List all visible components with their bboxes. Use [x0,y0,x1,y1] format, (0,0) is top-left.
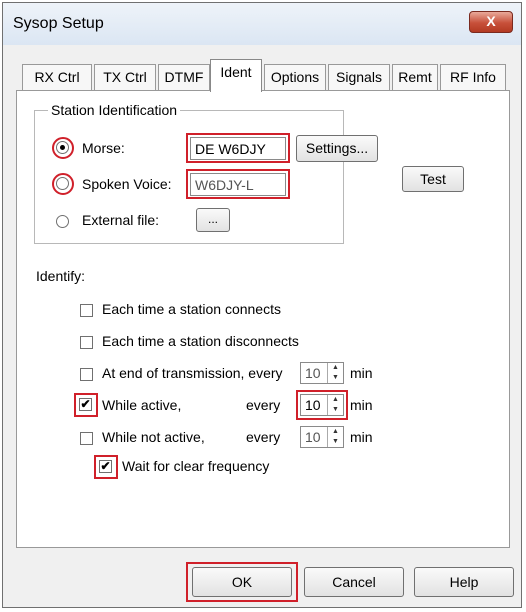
morse-field[interactable]: DE W6DJY [190,137,286,160]
wait-clear-checkbox[interactable]: ✔ [99,460,112,473]
end-transmission-min: min [350,365,373,381]
spoken-voice-radio[interactable] [56,177,69,190]
spoken-voice-field[interactable]: W6DJY-L [190,173,286,196]
while-not-active-spinner[interactable]: 10 ▲ ▼ [300,426,344,448]
settings-button[interactable]: Settings... [296,135,378,162]
tab-options[interactable]: Options [264,64,326,90]
while-active-every: every [246,397,281,413]
wait-clear-label: Wait for clear frequency [122,458,270,474]
while-not-active-min: min [350,429,373,445]
tab-tx-ctrl[interactable]: TX Ctrl [94,64,156,90]
identify-label: Identify: [36,268,86,284]
spinner-arrows[interactable]: ▲ ▼ [327,395,343,415]
spoken-voice-label: Spoken Voice: [82,176,172,192]
morse-radio[interactable] [56,141,69,154]
title-bar: Sysop Setup X [3,3,521,45]
cancel-button[interactable]: Cancel [304,567,404,597]
while-active-value: 10 [305,397,321,413]
spinner-arrows[interactable]: ▲ ▼ [327,363,343,383]
while-not-active-every: every [246,429,281,445]
tab-rx-ctrl[interactable]: RX Ctrl [22,64,92,90]
while-active-spinner[interactable]: 10 ▲ ▼ [300,394,344,416]
window-title: Sysop Setup [13,15,104,32]
tab-remt[interactable]: Remt [392,64,438,90]
end-transmission-value: 10 [305,365,321,381]
browse-button[interactable]: ... [196,208,230,232]
while-active-checkbox[interactable]: ✔ [79,398,92,411]
end-transmission-label: At end of transmission, every [102,365,283,381]
each-disconnect-checkbox[interactable] [80,336,93,349]
tab-ident[interactable]: Ident [210,59,262,92]
while-active-min: min [350,397,373,413]
tab-signals[interactable]: Signals [328,64,390,90]
close-button[interactable]: X [469,11,513,33]
each-connect-checkbox[interactable] [80,304,93,317]
while-not-active-label: While not active, [102,429,205,445]
external-file-label: External file: [82,212,160,228]
tab-dtmf[interactable]: DTMF [158,64,210,90]
help-button[interactable]: Help [414,567,514,597]
while-not-active-checkbox[interactable] [80,432,93,445]
end-transmission-spinner[interactable]: 10 ▲ ▼ [300,362,344,384]
tab-rf-info[interactable]: RF Info [440,64,506,90]
while-active-label: While active, [102,397,182,413]
end-transmission-checkbox[interactable] [80,368,93,381]
while-not-active-value: 10 [305,429,321,445]
test-button[interactable]: Test [402,166,464,192]
ok-button[interactable]: OK [192,567,292,597]
each-connect-label: Each time a station connects [102,301,281,317]
external-file-radio[interactable] [56,215,69,228]
morse-label: Morse: [82,140,125,156]
each-disconnect-label: Each time a station disconnects [102,333,299,349]
spinner-arrows[interactable]: ▲ ▼ [327,427,343,447]
station-identification-label: Station Identification [48,102,181,118]
